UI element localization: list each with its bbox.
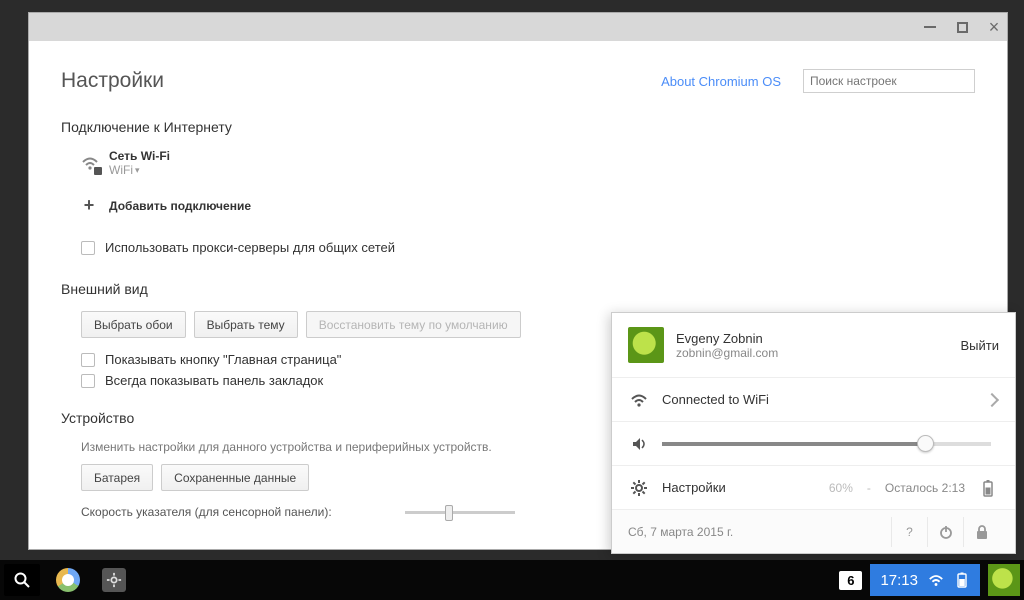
popup-date: Сб, 7 марта 2015 г. [628, 525, 733, 539]
avatar[interactable] [628, 327, 664, 363]
popup-settings-row[interactable]: Настройки 60% - Осталось 2:13 [612, 465, 1015, 509]
window-close-button[interactable]: × [987, 20, 1001, 34]
checkbox-icon[interactable] [81, 241, 95, 255]
chromium-app-icon[interactable] [50, 564, 86, 596]
wifi-icon [630, 391, 648, 409]
wifi-row[interactable]: Сеть Wi-Fi WiFi ▾ [81, 149, 975, 177]
touchpad-speed-label: Скорость указателя (для сенсорной панели… [81, 505, 391, 519]
battery-remaining: Осталось 2:13 [885, 481, 965, 495]
window-minimize-button[interactable] [923, 20, 937, 34]
system-tray[interactable]: 17:13 [870, 564, 980, 596]
section-title-internet: Подключение к Интернету [61, 119, 975, 135]
search-input[interactable] [803, 69, 975, 93]
speaker-icon[interactable] [630, 435, 648, 453]
chevron-right-icon [985, 392, 999, 406]
home-button-label: Показывать кнопку "Главная страница" [105, 352, 341, 367]
battery-dash: - [867, 481, 871, 495]
proxy-checkbox-label: Использовать прокси-серверы для общих се… [105, 240, 395, 255]
popup-footer: Сб, 7 марта 2015 г. ? [612, 509, 1015, 553]
user-name: Evgeny Zobnin [676, 331, 778, 346]
user-email: zobnin@gmail.com [676, 346, 778, 360]
plus-icon: + [81, 195, 97, 216]
window-maximize-button[interactable] [955, 20, 969, 34]
lock-button[interactable] [963, 517, 999, 547]
wifi-label: Сеть Wi-Fi [109, 149, 170, 163]
choose-theme-button[interactable]: Выбрать тему [194, 311, 298, 338]
choose-wallpaper-button[interactable]: Выбрать обои [81, 311, 186, 338]
add-connection-label: Добавить подключение [109, 199, 251, 213]
shelf: 6 17:13 [0, 560, 1024, 600]
wifi-icon [928, 572, 944, 588]
popup-wifi-row[interactable]: Connected to WiFi [612, 377, 1015, 421]
wifi-name: WiFi [109, 163, 133, 177]
power-button[interactable] [927, 517, 963, 547]
system-tray-popup: Evgeny Zobnin zobnin@gmail.com Выйти Con… [611, 312, 1016, 554]
bookmarks-label: Всегда показывать панель закладок [105, 373, 323, 388]
slider-thumb[interactable] [917, 435, 934, 452]
checkbox-icon[interactable] [81, 353, 95, 367]
dropdown-icon[interactable]: ▾ [135, 165, 140, 176]
proxy-checkbox-row[interactable]: Использовать прокси-серверы для общих се… [81, 240, 975, 255]
launcher-search-button[interactable] [4, 564, 40, 596]
battery-icon [979, 479, 997, 497]
reset-theme-button: Восстановить тему по умолчанию [306, 311, 521, 338]
about-link[interactable]: About Chromium OS [661, 74, 781, 89]
settings-label: Настройки [662, 480, 726, 495]
tray-avatar[interactable] [988, 564, 1020, 596]
logout-button[interactable]: Выйти [961, 338, 1000, 353]
add-connection-row[interactable]: + Добавить подключение [81, 195, 975, 216]
gear-icon [630, 479, 648, 497]
saved-data-button[interactable]: Сохраненные данные [161, 464, 309, 491]
checkbox-icon[interactable] [81, 374, 95, 388]
page-title: Настройки [61, 69, 164, 93]
popup-user-row: Evgeny Zobnin zobnin@gmail.com Выйти [612, 313, 1015, 377]
help-button[interactable]: ? [891, 517, 927, 547]
popup-volume-row [612, 421, 1015, 465]
notification-count-badge[interactable]: 6 [839, 571, 862, 590]
slider-thumb[interactable] [445, 505, 453, 521]
touchpad-speed-slider[interactable] [405, 511, 515, 514]
battery-percent: 60% [829, 481, 853, 495]
wifi-lock-icon [81, 154, 99, 172]
battery-icon [954, 572, 970, 588]
clock: 17:13 [880, 572, 918, 589]
settings-app-icon[interactable] [96, 564, 132, 596]
volume-slider[interactable] [662, 442, 991, 446]
section-title-appearance: Внешний вид [61, 281, 975, 297]
wifi-status: Connected to WiFi [662, 392, 769, 407]
battery-button[interactable]: Батарея [81, 464, 153, 491]
window-titlebar: × [29, 13, 1007, 41]
